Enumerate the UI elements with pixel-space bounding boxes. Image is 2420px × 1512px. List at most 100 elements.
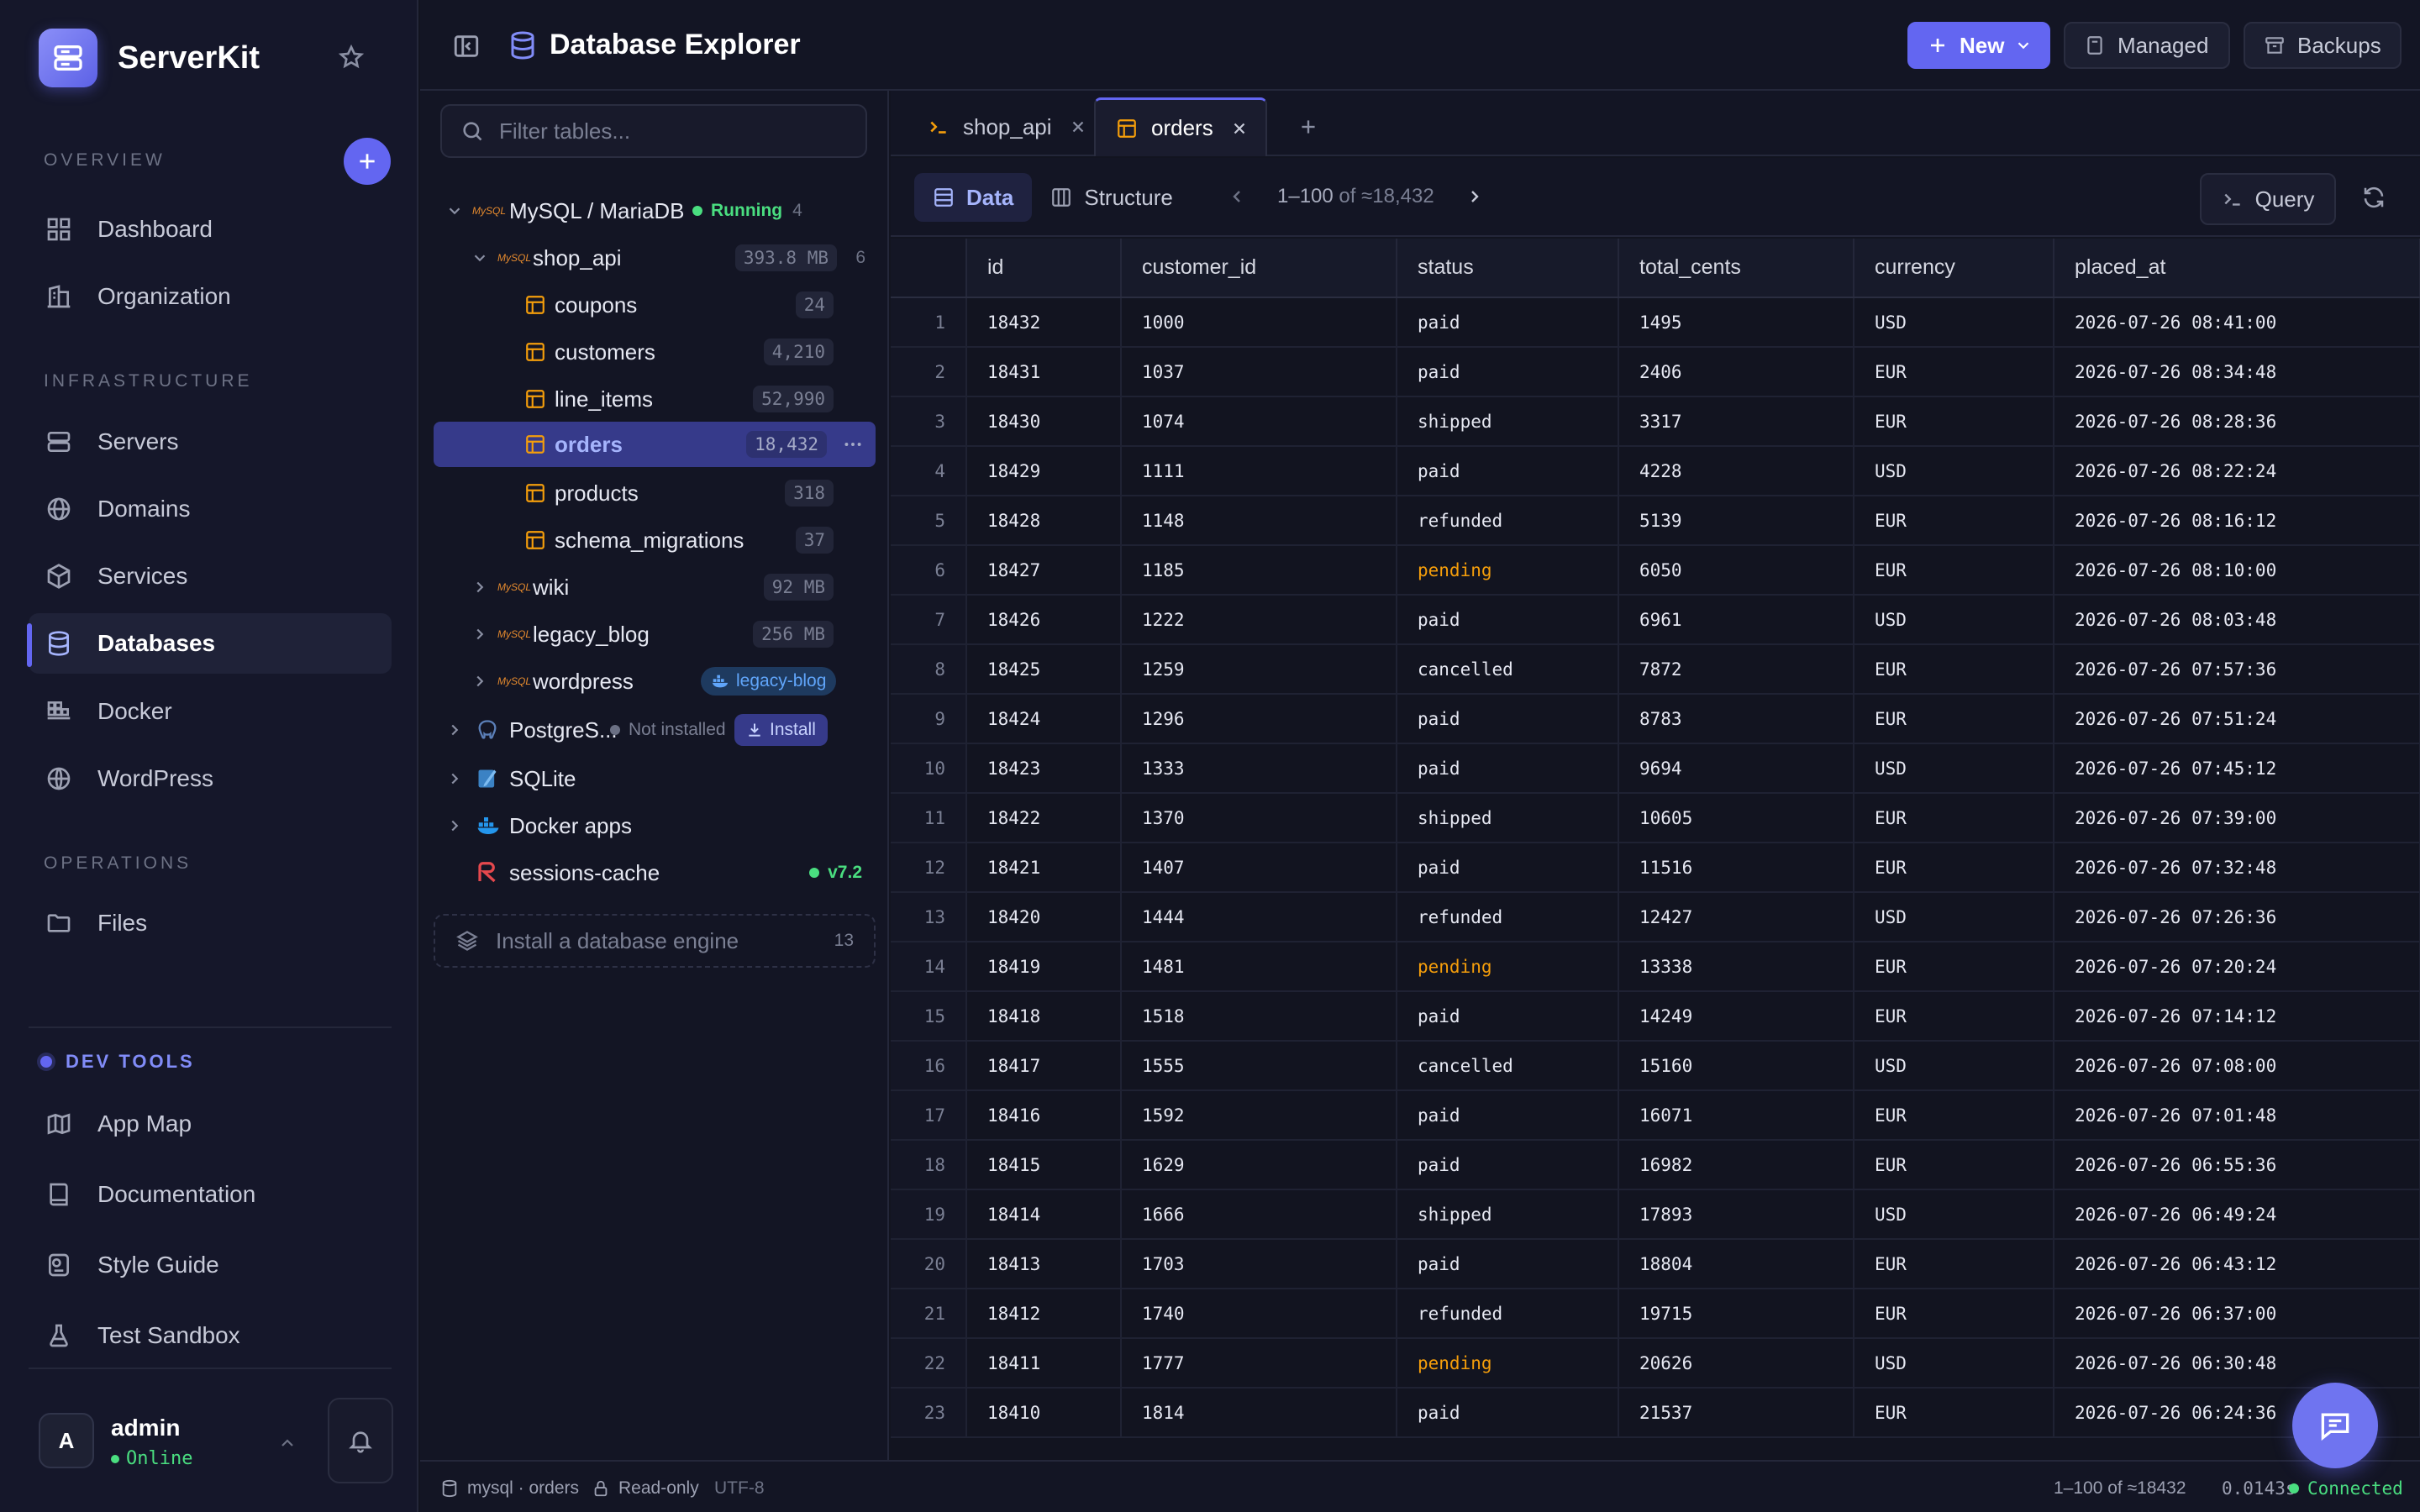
- table-cell[interactable]: 2026-07-26 06:30:48: [2054, 1338, 2420, 1389]
- chevron-right-icon[interactable]: [471, 625, 489, 643]
- table-cell[interactable]: paid: [1397, 1388, 1619, 1438]
- table-cell[interactable]: 1333: [1121, 743, 1397, 794]
- tree-node-sessions-cache[interactable]: sessions-cache v7.2: [434, 850, 876, 895]
- table-row[interactable]: 7 18426 1222 paid 6961 USD 2026-07-26 08:03:48: [891, 595, 2420, 645]
- table-cell[interactable]: 2026-07-26 07:57:36: [2054, 644, 2420, 695]
- chevron-right-icon[interactable]: [471, 672, 489, 690]
- table-cell[interactable]: refunded: [1397, 1289, 1619, 1339]
- table-cell[interactable]: 18423: [966, 743, 1122, 794]
- sidebar-item-services[interactable]: Services: [29, 546, 392, 606]
- table-cell[interactable]: 8783: [1618, 694, 1854, 744]
- tree-node-wiki[interactable]: MySQL wiki 92 MB: [434, 564, 876, 610]
- table-cell[interactable]: 1407: [1121, 843, 1397, 893]
- user-menu[interactable]: A admin Online: [39, 1413, 192, 1469]
- sidebar-item-databases[interactable]: Databases: [29, 613, 392, 674]
- chevron-right-icon[interactable]: [1465, 186, 1485, 207]
- table-cell[interactable]: paid: [1397, 347, 1619, 397]
- table-cell[interactable]: 18414: [966, 1189, 1122, 1240]
- table-cell[interactable]: 12427: [1618, 892, 1854, 942]
- table-row[interactable]: 14 18419 1481 pending 13338 EUR 2026-07-26 07:…: [891, 942, 2420, 992]
- table-cell[interactable]: 6050: [1618, 545, 1854, 596]
- sidebar-item-organization[interactable]: Organization: [29, 266, 392, 327]
- table-cell[interactable]: 1592: [1121, 1090, 1397, 1141]
- table-cell[interactable]: 1629: [1121, 1140, 1397, 1190]
- table-cell[interactable]: pending: [1397, 1338, 1619, 1389]
- table-cell[interactable]: 1296: [1121, 694, 1397, 744]
- table-row[interactable]: 2 18431 1037 paid 2406 EUR 2026-07-26 08:34:48: [891, 347, 2420, 397]
- table-cell[interactable]: 18432: [966, 297, 1122, 348]
- table-cell[interactable]: refunded: [1397, 892, 1619, 942]
- table-cell[interactable]: 18422: [966, 793, 1122, 843]
- table-cell[interactable]: 18421: [966, 843, 1122, 893]
- table-row[interactable]: 13 18420 1444 refunded 12427 USD 2026-07-26 07…: [891, 892, 2420, 942]
- tree-node-shop-api[interactable]: MySQL shop_api 393.8 MB 6: [434, 235, 876, 281]
- table-row[interactable]: 15 18418 1518 paid 14249 EUR 2026-07-26 07:14:…: [891, 991, 2420, 1042]
- chevron-right-icon[interactable]: [471, 578, 489, 596]
- table-cell[interactable]: paid: [1397, 991, 1619, 1042]
- table-cell[interactable]: 18424: [966, 694, 1122, 744]
- table-cell[interactable]: 16982: [1618, 1140, 1854, 1190]
- table-cell[interactable]: EUR: [1854, 396, 2054, 447]
- table-cell[interactable]: 1740: [1121, 1289, 1397, 1339]
- table-cell[interactable]: 1703: [1121, 1239, 1397, 1289]
- table-cell[interactable]: 9694: [1618, 743, 1854, 794]
- table-cell[interactable]: 1814: [1121, 1388, 1397, 1438]
- table-cell[interactable]: 2026-07-26 07:26:36: [2054, 892, 2420, 942]
- sidebar-toggle-icon[interactable]: [452, 32, 481, 60]
- table-cell[interactable]: 18417: [966, 1041, 1122, 1091]
- table-cell[interactable]: refunded: [1397, 496, 1619, 546]
- table-cell[interactable]: 19715: [1618, 1289, 1854, 1339]
- sidebar-item-servers[interactable]: Servers: [29, 412, 392, 472]
- column-header[interactable]: customer_id: [1121, 239, 1397, 298]
- notifications-button[interactable]: [328, 1398, 393, 1483]
- table-row[interactable]: 3 18430 1074 shipped 3317 EUR 2026-07-26 08:28…: [891, 396, 2420, 447]
- add-button[interactable]: [344, 138, 391, 185]
- tree-node-docker-apps[interactable]: Docker apps: [434, 803, 876, 848]
- table-cell[interactable]: 2026-07-26 08:10:00: [2054, 545, 2420, 596]
- column-header[interactable]: currency: [1854, 239, 2054, 298]
- table-row[interactable]: 18 18415 1629 paid 16982 EUR 2026-07-26 06:55:…: [891, 1140, 2420, 1190]
- table-cell[interactable]: 18415: [966, 1140, 1122, 1190]
- table-row[interactable]: 10 18423 1333 paid 9694 USD 2026-07-26 07:45:1…: [891, 743, 2420, 794]
- table-cell[interactable]: 18431: [966, 347, 1122, 397]
- table-cell[interactable]: 1074: [1121, 396, 1397, 447]
- column-header[interactable]: total_cents: [1618, 239, 1854, 298]
- table-cell[interactable]: EUR: [1854, 991, 2054, 1042]
- table-cell[interactable]: USD: [1854, 446, 2054, 496]
- table-row[interactable]: 23 18410 1814 paid 21537 EUR 2026-07-26 06:24:…: [891, 1388, 2420, 1438]
- table-cell[interactable]: 2026-07-26 07:45:12: [2054, 743, 2420, 794]
- close-icon[interactable]: [1230, 119, 1249, 138]
- tab-orders[interactable]: orders: [1094, 97, 1267, 156]
- table-cell[interactable]: pending: [1397, 545, 1619, 596]
- column-header[interactable]: status: [1397, 239, 1619, 298]
- chat-button[interactable]: [2292, 1383, 2378, 1468]
- chevron-right-icon[interactable]: [445, 769, 464, 788]
- table-cell[interactable]: EUR: [1854, 1090, 2054, 1141]
- chevron-down-icon[interactable]: [445, 202, 464, 220]
- new-tab-button[interactable]: [1277, 97, 1339, 156]
- table-cell[interactable]: 4228: [1618, 446, 1854, 496]
- table-cell[interactable]: 18427: [966, 545, 1122, 596]
- table-cell[interactable]: 11516: [1618, 843, 1854, 893]
- table-cell[interactable]: 2026-07-26 07:51:24: [2054, 694, 2420, 744]
- tab-shop-api[interactable]: shop_api: [908, 97, 1107, 156]
- table-row[interactable]: 16 18417 1555 cancelled 15160 USD 2026-07-26 0…: [891, 1041, 2420, 1091]
- table-cell[interactable]: 1111: [1121, 446, 1397, 496]
- tree-table-products[interactable]: products 318: [434, 470, 876, 516]
- table-cell[interactable]: 18420: [966, 892, 1122, 942]
- table-cell[interactable]: 2026-07-26 07:01:48: [2054, 1090, 2420, 1141]
- table-cell[interactable]: 18428: [966, 496, 1122, 546]
- table-row[interactable]: 19 18414 1666 shipped 17893 USD 2026-07-26 06:…: [891, 1189, 2420, 1240]
- table-cell[interactable]: 6961: [1618, 595, 1854, 645]
- table-cell[interactable]: 5139: [1618, 496, 1854, 546]
- chevron-right-icon[interactable]: [445, 816, 464, 835]
- table-cell[interactable]: 18430: [966, 396, 1122, 447]
- table-row[interactable]: 22 18411 1777 pending 20626 USD 2026-07-26 06:…: [891, 1338, 2420, 1389]
- table-cell[interactable]: 2026-07-26 06:55:36: [2054, 1140, 2420, 1190]
- table-cell[interactable]: 1495: [1618, 297, 1854, 348]
- table-cell[interactable]: 1037: [1121, 347, 1397, 397]
- table-cell[interactable]: 18412: [966, 1289, 1122, 1339]
- table-row[interactable]: 20 18413 1703 paid 18804 EUR 2026-07-26 06:43:…: [891, 1239, 2420, 1289]
- table-cell[interactable]: USD: [1854, 1338, 2054, 1389]
- tree-node-sqlite[interactable]: SQLite: [434, 756, 876, 801]
